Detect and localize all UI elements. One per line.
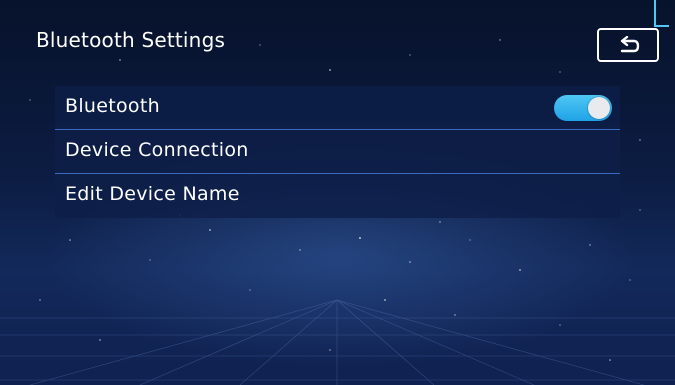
toggle-knob <box>588 97 610 119</box>
menu-item-device-connection[interactable]: Device Connection <box>55 130 620 174</box>
corner-accent-decoration <box>654 0 669 27</box>
bluetooth-settings-screen: Bluetooth Settings Bluetooth Device Conn… <box>0 0 675 385</box>
menu-item-edit-device-name[interactable]: Edit Device Name <box>55 174 620 218</box>
menu-item-label: Bluetooth <box>65 95 160 117</box>
settings-menu: Bluetooth Device Connection Edit Device … <box>55 86 620 218</box>
menu-item-label: Edit Device Name <box>65 183 240 205</box>
menu-item-label: Device Connection <box>65 139 249 161</box>
page-title: Bluetooth Settings <box>36 28 226 52</box>
bluetooth-toggle[interactable] <box>554 95 612 121</box>
menu-item-bluetooth[interactable]: Bluetooth <box>55 86 620 130</box>
back-button[interactable] <box>597 28 659 62</box>
back-arrow-icon <box>620 36 640 53</box>
